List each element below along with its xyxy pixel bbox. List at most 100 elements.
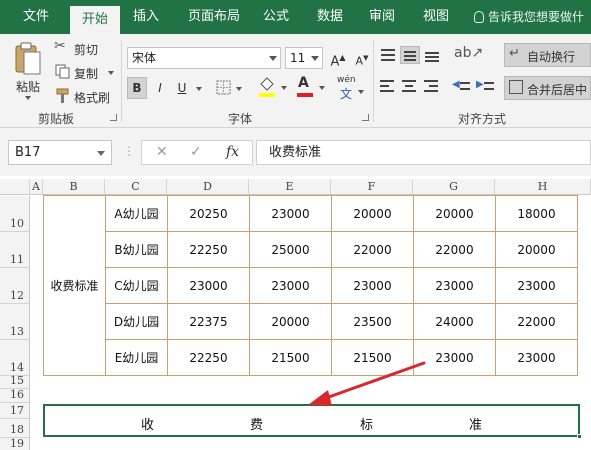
align-right-button[interactable] <box>422 78 442 96</box>
increase-indent-button[interactable]: ▶ <box>476 78 496 96</box>
phonetic-guide-button[interactable]: wén 文 <box>334 75 364 102</box>
table-cell[interactable]: 20000 <box>331 195 414 232</box>
table-cell[interactable]: 21500 <box>249 339 332 376</box>
clipboard-launcher-icon[interactable] <box>110 114 117 121</box>
column-header-d[interactable]: D <box>167 179 249 195</box>
alignment-group-label: 对齐方式 <box>458 112 507 126</box>
column-header-h[interactable]: H <box>495 179 591 195</box>
column-header-e[interactable]: E <box>249 179 331 195</box>
tab-file[interactable]: 文件 <box>10 0 62 34</box>
wrap-text-button[interactable]: ↵ 自动换行 <box>504 43 591 67</box>
cut-button[interactable]: ✂ 剪切 <box>54 38 114 58</box>
selected-range[interactable]: 收 费 标 准 <box>43 404 582 439</box>
decrease-indent-button[interactable]: ◀ <box>452 78 472 96</box>
select-all-corner[interactable] <box>0 179 30 195</box>
table-cell[interactable]: 21500 <box>331 339 414 376</box>
table-cell[interactable]: 22000 <box>495 303 578 340</box>
fill-color-button[interactable] <box>256 76 290 100</box>
column-header-f[interactable]: F <box>331 179 413 195</box>
name-box[interactable]: B17 <box>8 140 112 165</box>
increase-font-size-button[interactable]: A▲ <box>327 47 349 69</box>
tell-me-search[interactable]: 告诉我您想要做什 <box>474 0 584 34</box>
row-header-19[interactable]: 19 <box>0 437 30 450</box>
bold-button[interactable]: B <box>127 77 147 99</box>
font-name-combo[interactable]: 宋体 <box>127 47 281 69</box>
table-cell[interactable]: 23000 <box>331 267 414 304</box>
merge-icon <box>509 80 523 94</box>
table-cell[interactable]: 22375 <box>167 303 250 340</box>
worksheet-grid[interactable]: A B C D E F G H 10 11 12 13 14 15 16 17 … <box>0 176 591 450</box>
copy-button[interactable]: 复制 <box>54 62 114 82</box>
table-cell[interactable]: 23000 <box>495 267 578 304</box>
table-cell[interactable]: 25000 <box>249 231 332 268</box>
table-cell-name[interactable]: D幼儿园 <box>105 303 168 340</box>
tab-review[interactable]: 审阅 <box>362 0 402 34</box>
table-cell[interactable]: 23000 <box>249 267 332 304</box>
row-header-14[interactable]: 14 <box>0 340 30 376</box>
table-cell[interactable]: 23000 <box>413 339 496 376</box>
tab-page-layout[interactable]: 页面布局 <box>178 0 250 34</box>
table-cell-name[interactable]: C幼儿园 <box>105 267 168 304</box>
fill-handle[interactable] <box>577 434 582 439</box>
underline-button[interactable]: U <box>172 77 192 99</box>
row-header-16[interactable]: 16 <box>0 388 30 403</box>
format-painter-button[interactable]: 格式刷 <box>54 86 114 106</box>
merged-cell-label[interactable]: 收费标准 <box>43 195 106 376</box>
drag-handle-icon[interactable]: ⋮ <box>123 144 135 158</box>
enter-icon[interactable]: ✓ <box>190 141 202 164</box>
tab-formulas[interactable]: 公式 <box>256 0 296 34</box>
tab-data[interactable]: 数据 <box>308 0 352 34</box>
row-header-10[interactable]: 10 <box>0 196 30 232</box>
table-cell-name[interactable]: E幼儿园 <box>105 339 168 376</box>
tab-view[interactable]: 视图 <box>414 0 458 34</box>
table-cell[interactable]: 23000 <box>167 267 250 304</box>
row-header-18[interactable]: 18 <box>0 419 30 438</box>
formula-input[interactable]: 收费标准 <box>256 140 591 165</box>
table-cell[interactable]: 22000 <box>413 231 496 268</box>
table-cell[interactable]: 20000 <box>413 195 496 232</box>
insert-function-icon[interactable]: fx <box>226 141 239 164</box>
table-cell[interactable]: 23000 <box>495 339 578 376</box>
font-color-button[interactable]: A <box>294 75 328 100</box>
table-cell[interactable]: 22250 <box>167 231 250 268</box>
table-cell[interactable]: 23000 <box>249 195 332 232</box>
align-bottom-button[interactable] <box>422 46 442 64</box>
column-header-g[interactable]: G <box>413 179 495 195</box>
table-cell[interactable]: 23500 <box>331 303 414 340</box>
table-cell[interactable]: 22000 <box>331 231 414 268</box>
column-header-c[interactable]: C <box>105 179 167 195</box>
decrease-font-size-button[interactable]: A▼ <box>351 47 373 69</box>
column-header-b[interactable]: B <box>43 179 105 195</box>
row-header-17[interactable]: 17 <box>0 403 30 419</box>
align-middle-button[interactable] <box>400 46 420 64</box>
row-header-13[interactable]: 13 <box>0 304 30 340</box>
table-cell[interactable]: 18000 <box>495 195 578 232</box>
underline-dropdown-icon[interactable] <box>196 87 202 91</box>
table-cell-name[interactable]: A幼儿园 <box>105 195 168 232</box>
orientation-button[interactable]: ab↗ <box>452 45 483 64</box>
font-launcher-icon[interactable] <box>362 114 369 121</box>
table-cell[interactable]: 20000 <box>249 303 332 340</box>
chevron-down-icon <box>236 87 242 91</box>
table-cell[interactable]: 20250 <box>167 195 250 232</box>
cancel-icon[interactable]: ✕ <box>156 141 168 164</box>
table-cell[interactable]: 23000 <box>413 267 496 304</box>
align-left-button[interactable] <box>378 78 398 96</box>
table-cell-name[interactable]: B幼儿园 <box>105 231 168 268</box>
row-header-11[interactable]: 11 <box>0 232 30 268</box>
paste-button[interactable]: 粘贴 <box>8 40 48 102</box>
merge-center-button[interactable]: 合并后居中 <box>504 76 591 100</box>
tab-home[interactable]: 开始 <box>70 6 120 34</box>
align-top-button[interactable] <box>378 46 398 64</box>
font-size-combo[interactable]: 11 <box>285 47 323 69</box>
column-header-a[interactable]: A <box>30 179 43 195</box>
tab-insert[interactable]: 插入 <box>124 0 168 34</box>
table-cell[interactable]: 22250 <box>167 339 250 376</box>
borders-button[interactable] <box>214 79 244 99</box>
row-header-12[interactable]: 12 <box>0 268 30 304</box>
clipboard-group-label: 剪贴板 <box>38 112 75 126</box>
align-center-button[interactable] <box>400 78 420 96</box>
table-cell[interactable]: 24000 <box>413 303 496 340</box>
table-cell[interactable]: 20000 <box>495 231 578 268</box>
italic-button[interactable]: I <box>150 77 170 99</box>
